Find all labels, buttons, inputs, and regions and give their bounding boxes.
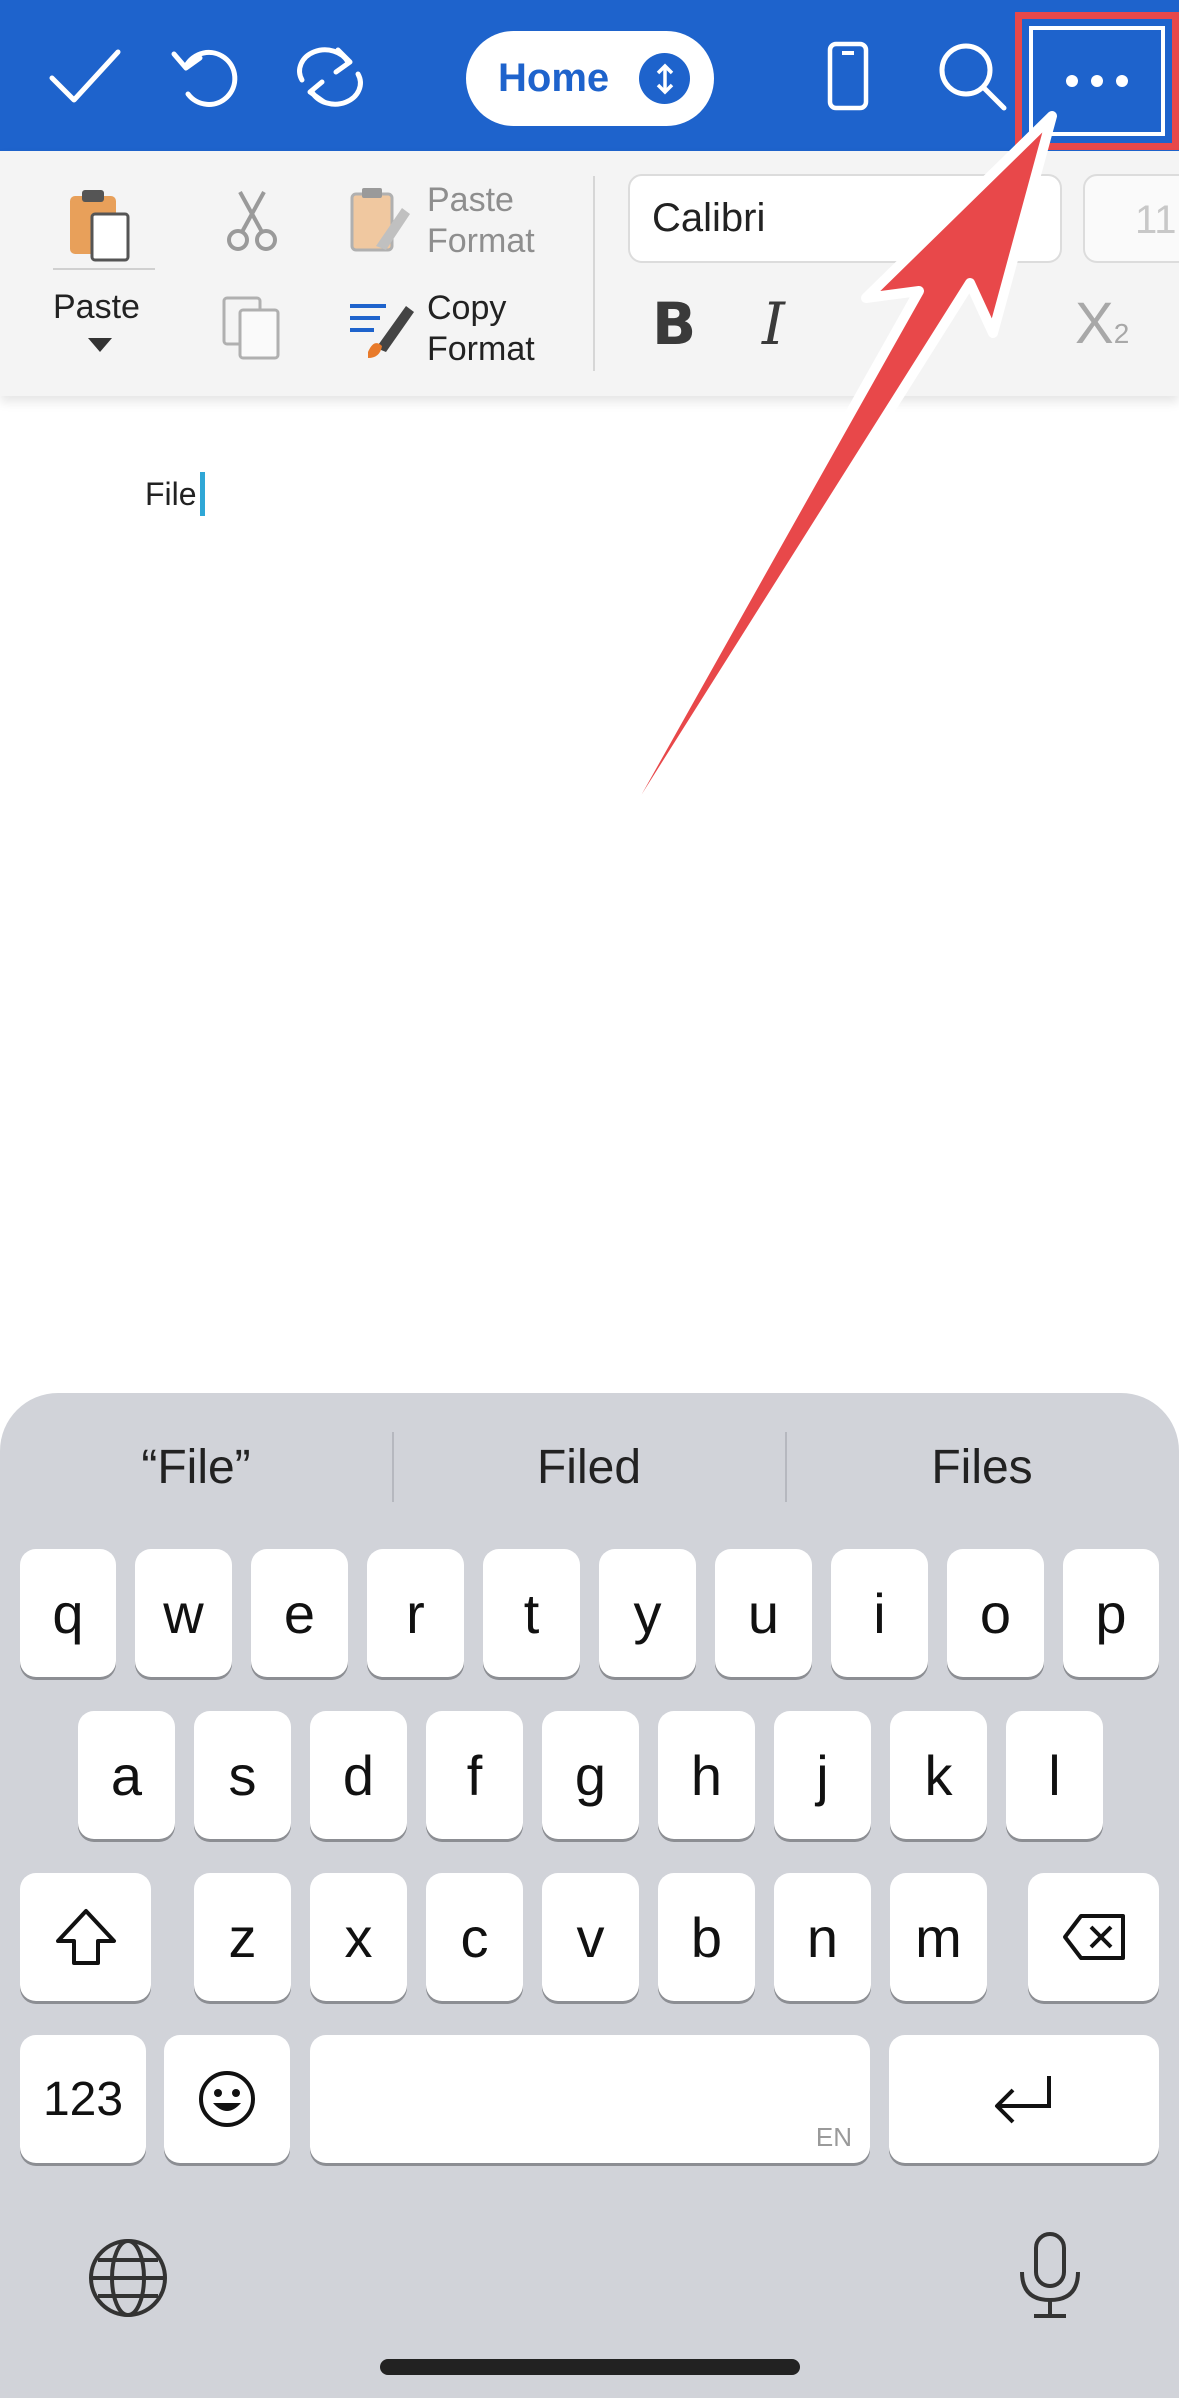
key-y[interactable]: y xyxy=(599,1549,696,1677)
globe-icon[interactable] xyxy=(86,2236,170,2325)
key-u[interactable]: u xyxy=(715,1549,812,1677)
microphone-icon[interactable] xyxy=(1012,2230,1088,2327)
backspace-icon xyxy=(1062,1914,1125,1960)
key-v[interactable]: v xyxy=(542,1873,639,2001)
key-i[interactable]: i xyxy=(831,1549,928,1677)
key-t[interactable]: t xyxy=(483,1549,580,1677)
key-c[interactable]: c xyxy=(426,1873,523,2001)
key-g[interactable]: g xyxy=(542,1711,639,1839)
key-a[interactable]: a xyxy=(78,1711,175,1839)
key-x[interactable]: x xyxy=(310,1873,407,2001)
keyboard-language-label: EN xyxy=(815,2122,852,2152)
delete-key[interactable] xyxy=(1028,1873,1159,2001)
key-q[interactable]: q xyxy=(20,1549,116,1677)
emoji-key[interactable] xyxy=(164,2035,290,2163)
space-bar[interactable]: EN xyxy=(310,2035,870,2163)
key-e[interactable]: e xyxy=(251,1549,348,1677)
key-s[interactable]: s xyxy=(194,1711,291,1839)
emoji-icon xyxy=(199,2071,255,2127)
key-j[interactable]: j xyxy=(774,1711,871,1839)
key-w[interactable]: w xyxy=(135,1549,232,1677)
key-r[interactable]: r xyxy=(367,1549,464,1677)
suggestion-1[interactable]: “File” xyxy=(0,1440,392,1495)
suggestion-2[interactable]: Filed xyxy=(393,1440,785,1495)
key-n[interactable]: n xyxy=(774,1873,871,2001)
home-indicator xyxy=(380,2359,800,2375)
key-l[interactable]: l xyxy=(1006,1711,1103,1839)
numbers-key[interactable]: 123 xyxy=(20,2035,146,2163)
key-f[interactable]: f xyxy=(426,1711,523,1839)
key-p[interactable]: p xyxy=(1063,1549,1159,1677)
return-icon xyxy=(995,2076,1051,2124)
key-z[interactable]: z xyxy=(194,1873,291,2001)
key-o[interactable]: o xyxy=(947,1549,1044,1677)
shift-key[interactable] xyxy=(20,1873,151,2001)
key-h[interactable]: h xyxy=(658,1711,755,1839)
shift-icon xyxy=(55,1909,116,1965)
key-d[interactable]: d xyxy=(310,1711,407,1839)
key-b[interactable]: b xyxy=(658,1873,755,2001)
suggestion-3[interactable]: Files xyxy=(786,1440,1178,1495)
return-key[interactable] xyxy=(889,2035,1159,2163)
key-k[interactable]: k xyxy=(890,1711,987,1839)
key-m[interactable]: m xyxy=(890,1873,987,2001)
